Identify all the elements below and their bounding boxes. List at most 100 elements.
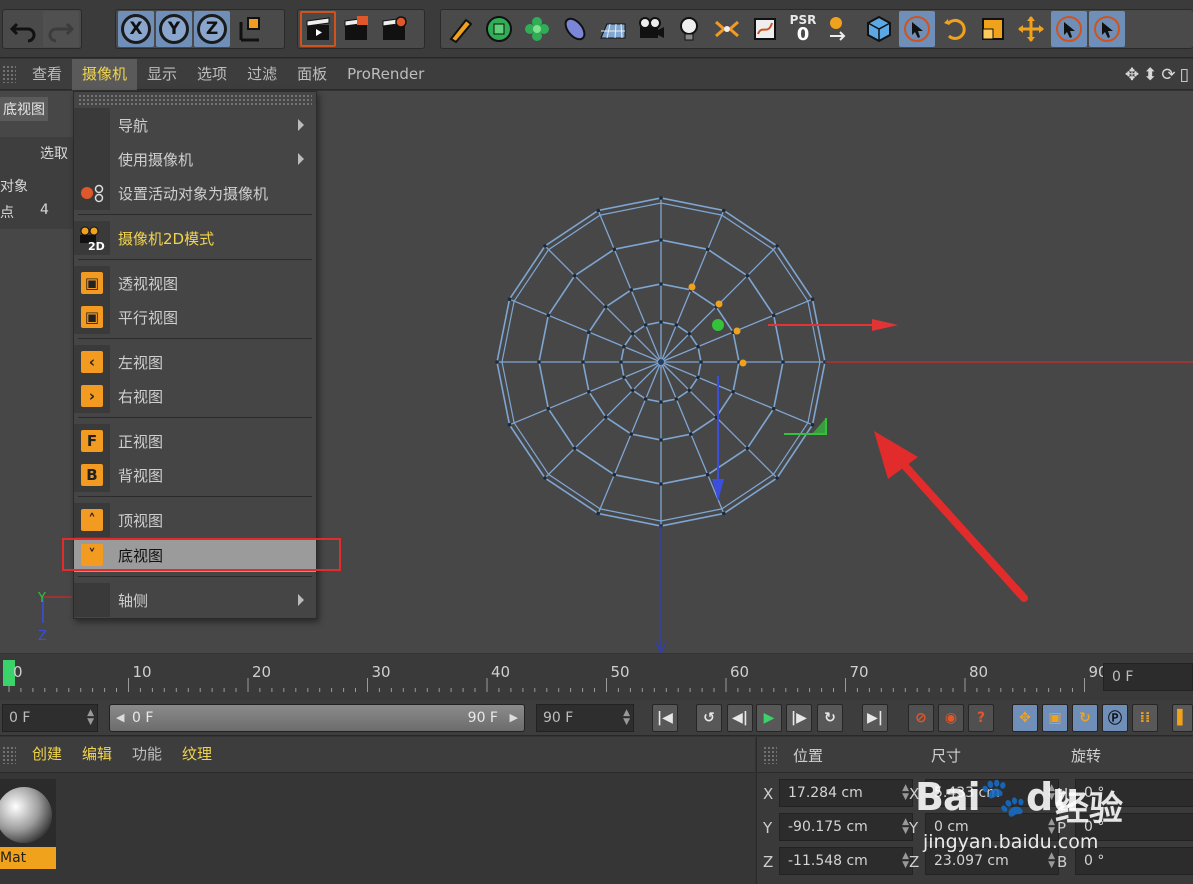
key-rotation-button[interactable]: ↻ — [1072, 704, 1098, 732]
material-name-label[interactable]: Mat — [0, 847, 56, 869]
current-frame-field[interactable]: 0 F — [1103, 663, 1193, 691]
menu-item-use-camera[interactable]: 使用摄像机 — [74, 142, 316, 176]
y-axis-lock-button[interactable]: Y — [156, 11, 192, 47]
viewport-solo-button[interactable] — [861, 11, 897, 47]
record-keys-button[interactable]: ⊘ — [908, 704, 934, 732]
key-point-level-button[interactable]: ⁞⁞ — [1132, 704, 1158, 732]
gizmo-x-arrow-icon[interactable] — [872, 319, 898, 331]
wireframe-vertex[interactable] — [722, 208, 726, 213]
timeline-ruler[interactable] — [0, 654, 1100, 700]
material-menu-function[interactable]: 功能 — [122, 739, 172, 770]
x-axis-lock-button[interactable]: X — [118, 11, 154, 47]
snap-button[interactable] — [709, 11, 745, 47]
menu-item-top-view[interactable]: ˄ 顶视图 — [74, 503, 316, 537]
pan-view-icon[interactable]: ✥ — [1125, 65, 1139, 85]
view-name-label[interactable]: 底视图 — [0, 97, 48, 121]
material-menu-texture[interactable]: 纹理 — [172, 739, 222, 770]
position-y-field[interactable]: -90.175 cm ▲ ▼ — [779, 813, 913, 841]
wireframe-vertex[interactable] — [612, 247, 617, 252]
wireframe-vertex[interactable] — [495, 360, 499, 364]
material-menu-create[interactable]: 创建 — [22, 739, 72, 770]
wireframe-vertex[interactable] — [674, 323, 679, 327]
goto-prev-key-button[interactable]: ↺ — [696, 704, 722, 732]
menu-item-back-view[interactable]: B 背视图 — [74, 458, 316, 492]
wireframe-vertex[interactable] — [596, 208, 600, 213]
camera-object-button[interactable] — [633, 11, 669, 47]
pen-tool-button[interactable] — [443, 11, 479, 47]
wireframe-vertex[interactable] — [659, 282, 663, 286]
wireframe-vertex[interactable] — [572, 446, 577, 451]
gizmo-center-handle[interactable] — [712, 319, 724, 331]
deformer-button[interactable] — [557, 11, 593, 47]
key-position-button[interactable]: ✥ — [1012, 704, 1038, 732]
coordinates-grip[interactable] — [763, 746, 777, 764]
menu-filter[interactable]: 过滤 — [237, 59, 287, 90]
menu-view[interactable]: 查看 — [22, 59, 72, 90]
range-left-arrow-icon[interactable]: ◀ — [116, 705, 124, 731]
orbit-view-icon[interactable]: ⟳ — [1161, 65, 1175, 85]
wireframe-vertex[interactable] — [507, 297, 512, 301]
wireframe-vertex[interactable] — [537, 360, 541, 364]
wireframe-vertex[interactable] — [687, 388, 692, 393]
selected-point[interactable] — [715, 300, 723, 308]
menu-item-left-view[interactable]: ‹ 左视图 — [74, 345, 316, 379]
render-to-picture-viewer-button[interactable] — [338, 11, 374, 47]
key-parameter-button[interactable]: Ⓟ — [1102, 704, 1128, 732]
menu-item-perspective-view[interactable]: ▣ 透视视图 — [74, 266, 316, 300]
goto-start-button[interactable]: |◀ — [652, 704, 678, 732]
keyframe-selection-button[interactable]: ? — [968, 704, 994, 732]
material-menu-edit[interactable]: 编辑 — [72, 739, 122, 770]
auto-key-button[interactable]: ◉ — [938, 704, 964, 732]
next-frame-button[interactable]: |▶ — [786, 704, 812, 732]
menu-options[interactable]: 选项 — [187, 59, 237, 90]
wireframe-vertex[interactable] — [775, 476, 779, 480]
wireframe-vertex[interactable] — [622, 375, 626, 380]
undo-button[interactable] — [5, 11, 41, 47]
wireframe-vertex[interactable] — [810, 297, 815, 301]
wireframe-vertex[interactable] — [630, 331, 635, 336]
wireframe-vertex[interactable] — [659, 438, 663, 442]
wireframe-vertex[interactable] — [745, 446, 750, 451]
end-frame-field[interactable]: 90 F ▲ ▼ — [536, 704, 634, 732]
selection-tool-button[interactable] — [1051, 11, 1087, 47]
psr-button[interactable]: PSR 0 — [785, 11, 821, 47]
menu-item-set-active-as-camera[interactable]: 设置活动对象为摄像机 — [74, 176, 316, 210]
wireframe-vertex[interactable] — [629, 432, 633, 436]
menu-item-right-view[interactable]: › 右视图 — [74, 379, 316, 413]
wireframe-vertex[interactable] — [630, 388, 635, 393]
wireframe-vertex[interactable] — [687, 331, 692, 336]
position-x-field[interactable]: 17.284 cm ▲ ▼ — [779, 779, 913, 807]
stepper-icon[interactable]: ▲ ▼ — [87, 709, 94, 727]
rotate-tool-button[interactable] — [937, 11, 973, 47]
wireframe-vertex[interactable] — [674, 397, 679, 401]
wireframe-vertex[interactable] — [587, 390, 591, 394]
wireframe-vertex[interactable] — [699, 360, 703, 364]
wireframe-vertex[interactable] — [546, 406, 551, 411]
frame-range-slider[interactable]: ◀ 0 F 90 F ▶ — [109, 704, 525, 732]
wireframe-vertex[interactable] — [546, 313, 551, 318]
menu-camera[interactable]: 摄像机 — [72, 58, 138, 90]
light-object-button[interactable] — [671, 11, 707, 47]
wireframe-vertex[interactable] — [696, 375, 700, 380]
menu-item-camera-2d-mode[interactable]: 2D 摄像机2D模式 — [74, 221, 316, 255]
menubar-grip[interactable] — [2, 65, 16, 83]
render-settings-button[interactable] — [376, 11, 412, 47]
goto-end-button[interactable]: ▶| — [862, 704, 888, 732]
redo-button[interactable] — [43, 11, 79, 47]
wireframe-vertex[interactable] — [705, 247, 710, 252]
wireframe-vertex[interactable] — [543, 476, 547, 480]
wireframe-vertex[interactable] — [622, 344, 626, 349]
move-tool-button[interactable] — [1013, 11, 1049, 47]
wireframe-vertex[interactable] — [587, 330, 591, 334]
menu-display[interactable]: 显示 — [137, 59, 187, 90]
wireframe-vertex[interactable] — [659, 238, 663, 242]
toggle-layout-icon[interactable]: ▯ — [1180, 65, 1189, 85]
wireframe-vertex[interactable] — [572, 273, 577, 278]
wireframe-vertex[interactable] — [775, 244, 779, 248]
cube-primitive-button[interactable] — [481, 11, 517, 47]
wireframe-vertex[interactable] — [543, 244, 547, 248]
wireframe-vertex[interactable] — [810, 423, 815, 427]
live-selection-button[interactable] — [899, 11, 935, 47]
wireframe-vertex[interactable] — [629, 288, 633, 292]
range-right-arrow-icon[interactable]: ▶ — [510, 705, 518, 731]
